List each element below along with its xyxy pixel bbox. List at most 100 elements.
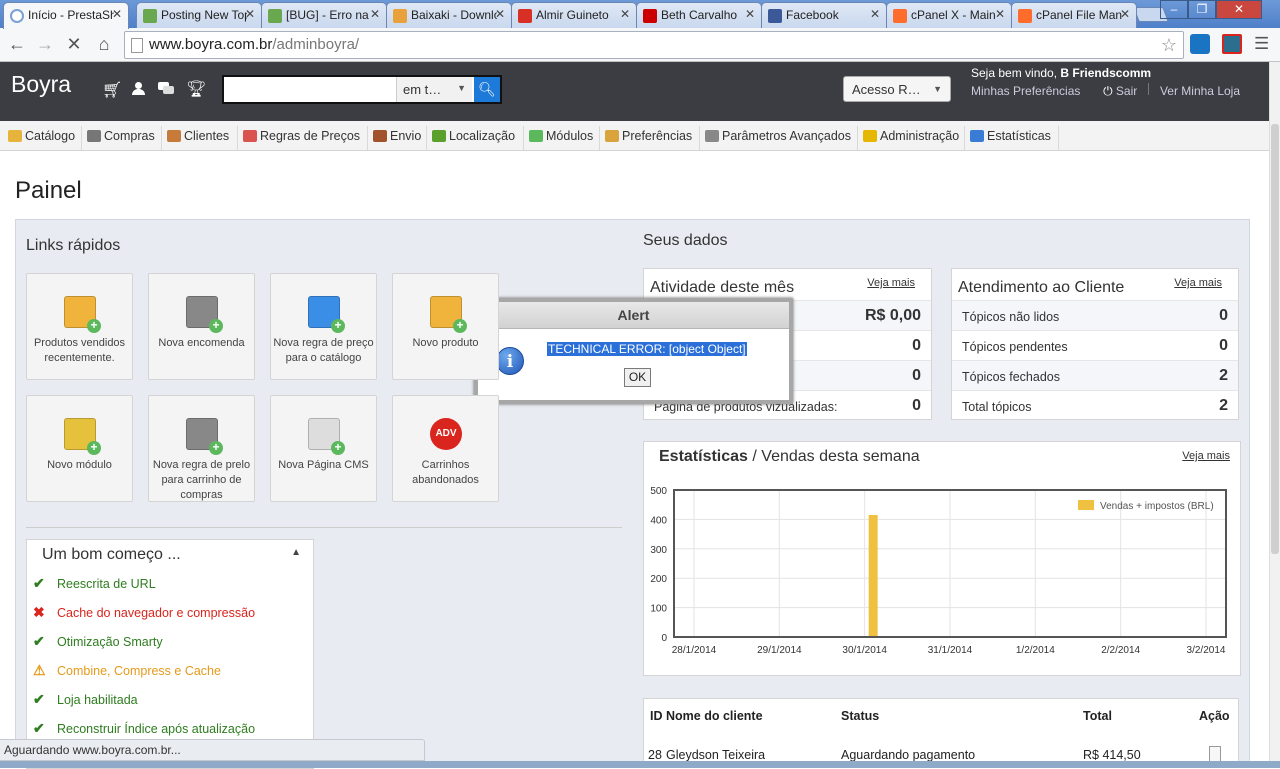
tab-close-icon[interactable]: ✕ bbox=[620, 7, 630, 21]
scrollbar-thumb[interactable] bbox=[1271, 124, 1279, 554]
close-window-button[interactable]: ✕ bbox=[1216, 0, 1262, 19]
menu-item-label: Localização bbox=[449, 129, 516, 143]
menu-item[interactable]: Módulos bbox=[526, 126, 600, 150]
url-path: /adminboyra/ bbox=[272, 36, 360, 53]
y-tick-label: 100 bbox=[650, 604, 667, 615]
search-button[interactable]: 🔍︎ bbox=[474, 77, 500, 102]
quick-link[interactable]: + Nova encomenda bbox=[148, 273, 255, 380]
browser-tab[interactable]: [BUG] - Erro na ...✕ bbox=[261, 2, 387, 28]
tab-title: Posting New Topic bbox=[161, 8, 247, 22]
messages-icon[interactable] bbox=[158, 82, 174, 94]
search-input[interactable] bbox=[224, 77, 394, 102]
page-scrollbar[interactable] bbox=[1269, 62, 1280, 761]
tab-favicon-icon bbox=[143, 9, 157, 23]
logout-link[interactable]: Sair bbox=[1116, 84, 1137, 98]
view-store-link[interactable]: Ver Minha Loja bbox=[1160, 84, 1240, 98]
plus-badge-icon: + bbox=[209, 441, 223, 455]
address-bar[interactable]: www.boyra.com.br/adminboyra/ ☆ bbox=[124, 31, 1184, 59]
menu-item[interactable]: Preferências bbox=[602, 126, 700, 150]
trello-icon[interactable] bbox=[1190, 34, 1210, 54]
menu-item[interactable]: Estatísticas bbox=[967, 126, 1059, 150]
menu-item-icon bbox=[87, 130, 101, 142]
stop-icon[interactable]: ✕ bbox=[62, 33, 86, 57]
alert-dialog: Alert i TECHNICAL ERROR: [object Object]… bbox=[474, 298, 793, 404]
menu-item-label: Envio bbox=[390, 129, 422, 143]
minimize-button[interactable]: – bbox=[1160, 0, 1188, 19]
getting-started-item[interactable]: Loja habilitada bbox=[57, 693, 138, 707]
activity-more-link[interactable]: Veja mais bbox=[867, 277, 915, 289]
trophy-icon[interactable]: 🏆︎ bbox=[186, 79, 206, 99]
quick-link[interactable]: + Novo módulo bbox=[26, 395, 133, 502]
tab-close-icon[interactable]: ✕ bbox=[495, 7, 505, 21]
menu-item-icon bbox=[605, 130, 619, 142]
menu-item[interactable]: Administração bbox=[860, 126, 965, 150]
quick-access-select[interactable]: Acesso R… ▼ bbox=[843, 76, 951, 102]
quick-link[interactable]: + Nova Página CMS bbox=[270, 395, 377, 502]
quick-link-label: Nova Página CMS bbox=[278, 459, 369, 471]
menu-item[interactable]: Envio bbox=[370, 126, 427, 150]
order-total: R$ 414,50 bbox=[1083, 748, 1141, 762]
getting-started-item[interactable]: Combine, Compress e Cache bbox=[57, 664, 221, 678]
quick-link[interactable]: + Nova regra de prelo para carrinho de co… bbox=[148, 395, 255, 502]
menu-item[interactable]: Catálogo bbox=[5, 126, 82, 150]
tab-close-icon[interactable]: ✕ bbox=[745, 7, 755, 21]
getting-started-item[interactable]: Reconstruir Índice após atualização bbox=[57, 722, 255, 736]
menu-item[interactable]: Regras de Preços bbox=[240, 126, 368, 150]
browser-tab[interactable]: Posting New Topic✕ bbox=[136, 2, 262, 28]
browser-tab[interactable]: cPanel X - Main ✕ bbox=[886, 2, 1012, 28]
extension-icon[interactable] bbox=[1222, 34, 1242, 54]
support-more-link[interactable]: Veja mais bbox=[1174, 277, 1222, 289]
getting-started-item[interactable]: Reescrita de URL bbox=[57, 577, 156, 591]
menu-icon[interactable]: ☰ bbox=[1254, 34, 1269, 54]
x-tick-label: 2/2/2014 bbox=[1101, 645, 1140, 656]
tab-close-icon[interactable]: ✕ bbox=[112, 7, 122, 21]
tab-close-icon[interactable]: ✕ bbox=[1120, 7, 1130, 21]
collapse-icon[interactable]: ▲ bbox=[291, 547, 301, 558]
back-icon[interactable]: ← bbox=[5, 33, 29, 57]
restore-button[interactable]: ❐ bbox=[1188, 0, 1216, 19]
menu-item[interactable]: Compras bbox=[84, 126, 162, 150]
menu-item[interactable]: Parâmetros Avançados bbox=[702, 126, 858, 150]
search-scope-label: em t… bbox=[403, 82, 442, 97]
tab-close-icon[interactable]: ✕ bbox=[370, 7, 380, 21]
menu-item[interactable]: Localização bbox=[429, 126, 524, 150]
getting-started-item[interactable]: Cache do navegador e compressão bbox=[57, 606, 255, 620]
quick-link[interactable]: + Produtos vendidos recentemente. bbox=[26, 273, 133, 380]
quick-link[interactable]: + Nova regra de preço para o catálogo bbox=[270, 273, 377, 380]
forward-icon[interactable]: → bbox=[33, 33, 57, 57]
support-row-value: 2 bbox=[1219, 367, 1228, 384]
getting-started-box: Um bom começo ... ▲ ✔ Reescrita de URL ✖ Ca… bbox=[26, 539, 314, 769]
view-order-icon[interactable] bbox=[1209, 746, 1221, 762]
tab-close-icon[interactable]: ✕ bbox=[995, 7, 1005, 21]
browser-tab[interactable]: Baixaki - Downloads✕ bbox=[386, 2, 512, 28]
support-row: Tópicos pendentes 0 bbox=[952, 330, 1238, 360]
tab-close-icon[interactable]: ✕ bbox=[245, 7, 255, 21]
search-scope-select[interactable]: em t… ▼ bbox=[396, 77, 472, 102]
stats-more-link[interactable]: Veja mais bbox=[1182, 450, 1230, 462]
brand-logo[interactable]: Boyra bbox=[11, 71, 71, 98]
tab-favicon-icon bbox=[393, 9, 407, 23]
getting-started-item[interactable]: Otimização Smarty bbox=[57, 635, 163, 649]
tab-close-icon[interactable]: ✕ bbox=[870, 7, 880, 21]
preferences-link[interactable]: Minhas Preferências bbox=[971, 84, 1080, 98]
home-icon[interactable]: ⌂ bbox=[92, 33, 116, 57]
cart-icon[interactable]: 🛒︎ bbox=[102, 80, 122, 100]
browser-tab[interactable]: Beth Carvalho ✕ bbox=[636, 2, 762, 28]
legend-swatch bbox=[1078, 500, 1094, 510]
menu-item[interactable]: Clientes bbox=[164, 126, 238, 150]
browser-tab[interactable]: Almir Guineto ✕ bbox=[511, 2, 637, 28]
browser-tab[interactable]: cPanel File Manager✕ bbox=[1011, 2, 1137, 28]
plus-badge-icon: + bbox=[331, 441, 345, 455]
browser-tab[interactable]: Início - PrestaShop✕ bbox=[3, 2, 129, 29]
x-tick-label: 29/1/2014 bbox=[757, 645, 802, 656]
x-tick-label: 28/1/2014 bbox=[672, 645, 717, 656]
alert-ok-button[interactable]: OK bbox=[624, 368, 651, 387]
customers-icon[interactable] bbox=[132, 82, 146, 96]
quick-link[interactable]: ADV Carrinhos abandonados bbox=[392, 395, 499, 502]
tab-favicon-icon bbox=[518, 9, 532, 23]
bookmark-star-icon[interactable]: ☆ bbox=[1161, 32, 1177, 58]
browser-tab[interactable]: Facebook ✕ bbox=[761, 2, 887, 28]
book-icon: + bbox=[308, 296, 345, 333]
quick-access-label: Acesso R… bbox=[852, 82, 921, 97]
quick-link[interactable]: + Novo produto bbox=[392, 273, 499, 380]
